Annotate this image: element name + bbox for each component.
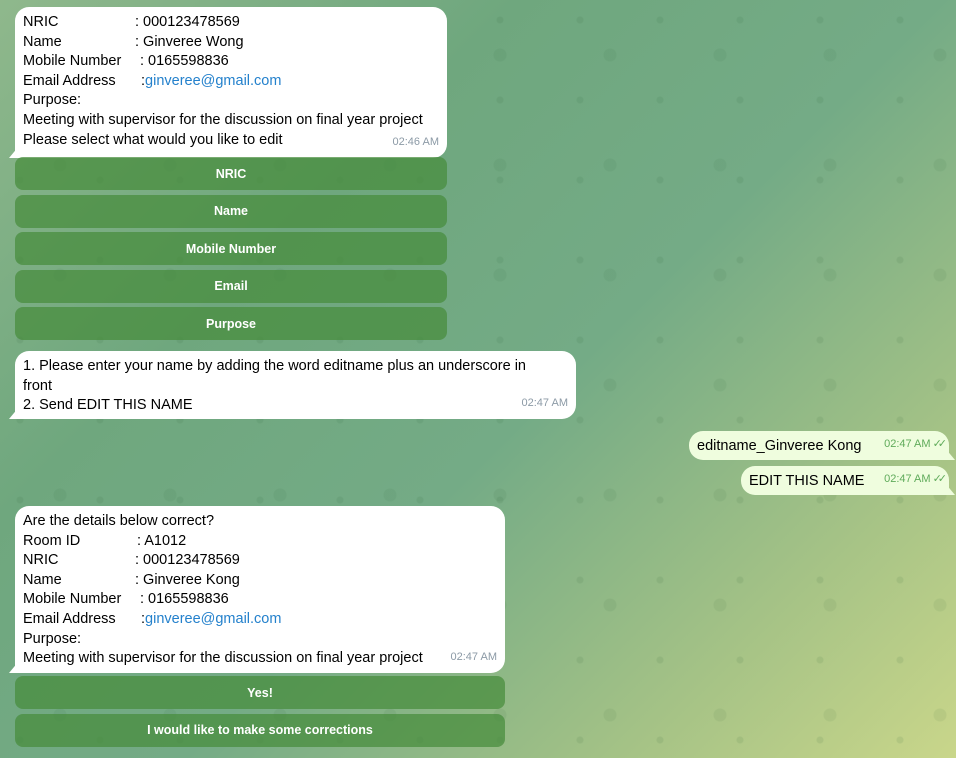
detail-value: : Ginveree Wong — [135, 33, 244, 50]
read-checks-icon: ✓✓ — [932, 438, 948, 451]
email-link[interactable]: ginveree@gmail.com — [145, 610, 281, 630]
detail-label: Name — [23, 571, 62, 588]
timestamp-text: 02:47 AM — [884, 438, 931, 451]
detail-value: : 0165598836 — [140, 53, 229, 70]
detail-label: NRIC — [23, 14, 59, 30]
purpose-text: Meeting with supervisor for the discussi… — [23, 650, 423, 667]
message-timestamp: 02:46 AM — [392, 136, 439, 149]
detail-value: : A1012 — [137, 532, 187, 549]
detail-row: Name : Ginveree Wong — [23, 33, 439, 53]
message-confirm-details: Are the details below correct? Room ID : … — [15, 506, 505, 673]
detail-value: : Ginveree Kong — [135, 571, 240, 588]
detail-row: NRIC : 000123478569 — [23, 13, 439, 33]
edit-options-keyboard: NRIC Name Mobile Number Email Purpose — [15, 157, 447, 345]
outgoing-text: editname_Ginveree Kong — [697, 438, 862, 454]
detail-row: Email Address: ginveree@gmail.com — [23, 610, 497, 630]
email-link[interactable]: ginveree@gmail.com — [145, 72, 281, 92]
confirm-yes-button[interactable]: Yes! — [15, 676, 505, 709]
outgoing-message: editname_Ginveree Kong 02:47 AM ✓✓ — [689, 431, 949, 460]
detail-row: Room ID : A1012 — [23, 532, 497, 552]
detail-label: Email Address — [23, 610, 116, 627]
timestamp-text: 02:47 AM — [884, 473, 931, 486]
detail-row: Mobile Number : 0165598836 — [23, 590, 497, 610]
make-corrections-button[interactable]: I would like to make some corrections — [15, 713, 505, 747]
message-timestamp: 02:47 AM — [521, 397, 568, 410]
detail-label: Name — [23, 33, 62, 50]
instruction-line: front — [23, 377, 53, 394]
read-checks-icon: ✓✓ — [932, 473, 948, 486]
outgoing-text: EDIT THIS NAME — [749, 473, 865, 489]
detail-value: : 0165598836 — [140, 591, 229, 608]
message-timestamp: 02:47 AM ✓✓ — [884, 470, 948, 490]
edit-email-button[interactable]: Email — [15, 269, 447, 303]
purpose-label: Purpose: — [23, 92, 82, 109]
detail-value: : 000123478569 — [135, 14, 240, 30]
detail-label: Email Address — [23, 72, 116, 89]
message-edit-instructions: 1. Please enter your name by adding the … — [15, 351, 576, 419]
detail-label: Mobile Number — [23, 53, 122, 70]
instruction-line: 2. Send EDIT THIS NAME — [23, 397, 193, 414]
detail-label: Mobile Number — [23, 591, 122, 608]
detail-value: : 000123478569 — [135, 552, 240, 569]
edit-nric-button[interactable]: NRIC — [15, 157, 447, 190]
message-timestamp: 02:47 AM ✓✓ — [884, 435, 948, 455]
instruction-line: 1. Please enter your name by adding the … — [23, 358, 526, 374]
message-details-wong: NRIC : 000123478569 Name : Ginveree Wong M… — [15, 7, 447, 158]
detail-row: Name : Ginveree Kong — [23, 571, 497, 591]
edit-mobile-button[interactable]: Mobile Number — [15, 232, 447, 266]
purpose-text: Meeting with supervisor for the discussi… — [23, 111, 423, 128]
purpose-label: Purpose: — [23, 630, 82, 647]
edit-name-button[interactable]: Name — [15, 194, 447, 228]
confirm-question: Are the details below correct? — [23, 513, 215, 529]
message-timestamp: 02:47 AM — [450, 651, 497, 664]
detail-label: NRIC — [23, 552, 59, 569]
confirm-keyboard: Yes! I would like to make some correctio… — [15, 676, 505, 751]
outgoing-message: EDIT THIS NAME 02:47 AM ✓✓ — [741, 466, 949, 495]
detail-label: Room ID — [23, 532, 81, 549]
edit-prompt: Please select what would you like to edi… — [23, 131, 283, 148]
detail-row: Mobile Number : 0165598836 — [23, 52, 439, 72]
detail-row: NRIC : 000123478569 — [23, 551, 497, 571]
detail-row: Email Address: ginveree@gmail.com — [23, 72, 439, 92]
edit-purpose-button[interactable]: Purpose — [15, 307, 447, 341]
